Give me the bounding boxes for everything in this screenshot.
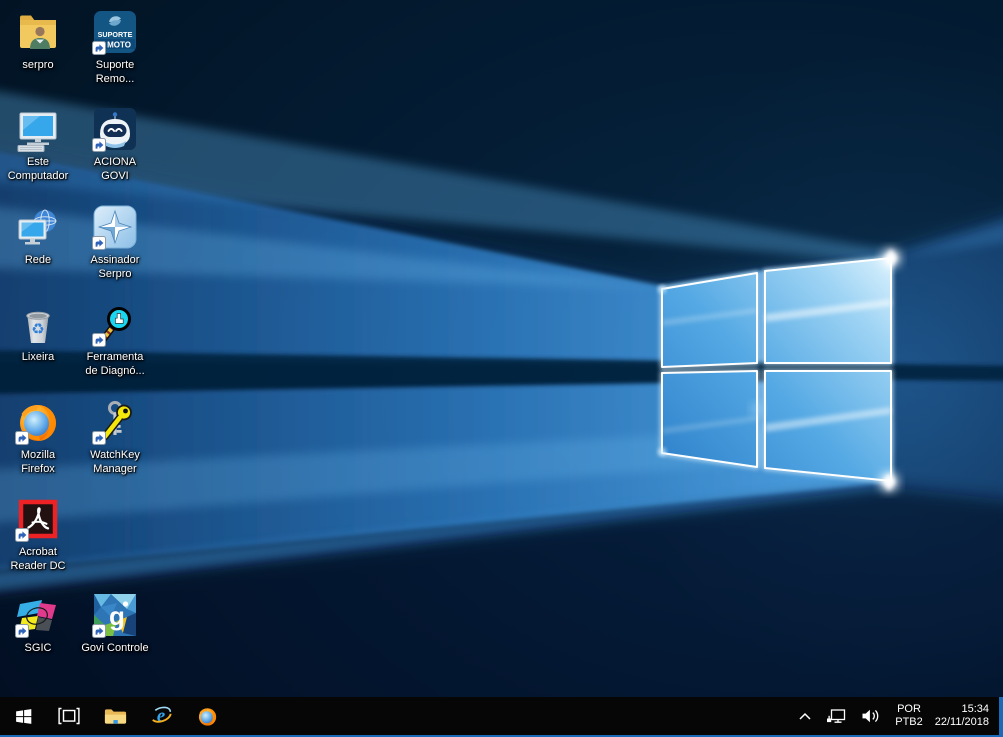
taskbar-file-explorer-button[interactable] [92,697,138,735]
icon-label-line: Ferramenta [86,351,144,363]
shortcut-arrow-icon [92,624,106,638]
taskbar-internet-explorer-button[interactable]: e [138,697,184,735]
icon-label: WatchKey Manager [68,448,162,476]
desktop-icon-serpro[interactable]: serpro [0,8,76,102]
network-icon [18,209,57,245]
desktop-icon-acrobat-reader[interactable]: Acrobat Reader DC [0,495,76,589]
network-status-icon [827,708,846,723]
icon-label-line: WatchKey [90,449,140,461]
desktop-icon-assinador-serpro[interactable]: Assinador Serpro [77,203,153,297]
task-view-button[interactable] [46,697,92,735]
firefox-icon [198,707,216,726]
icon-label-line: ACIONA [93,156,137,168]
icon-label-line: Remo... [95,73,135,85]
govi-letter: g [109,601,125,631]
system-tray: POR PTB2 15:34 22/11/2018 [791,697,1003,735]
icon-label-line: Suporte [95,59,135,71]
language-code: POR [897,703,921,715]
desktop-icon-aciona-govi[interactable]: ACIONA GOVI [77,105,153,199]
desktop-icon-ferramenta-diagnostico[interactable]: Ferramenta de Diagnó... [77,300,153,394]
keyboard-layout-code: PTB2 [895,716,923,728]
icon-label-line: de Diagnó... [85,365,145,377]
icon-label: Ferramenta de Diagnó... [68,350,162,378]
shortcut-arrow-icon [92,41,106,55]
tray-chevron-button[interactable] [791,697,819,735]
start-button[interactable] [0,697,46,735]
shortcut-arrow-icon [15,528,29,542]
windows-logo-icon [15,708,31,724]
icon-label: Govi Controle [68,641,162,655]
shortcut-arrow-icon [15,624,29,638]
clock-date: 22/11/2018 [934,716,989,728]
desktop-icon-lixeira[interactable]: ♻ Lixeira [0,300,76,394]
task-view-icon [58,707,80,725]
suporte-icon-text: MOTO [107,41,131,50]
icon-label-line: GOVI [101,170,129,182]
icon-label-line: Assinador [90,254,140,266]
suporte-icon-text: SUPORTE [98,30,133,39]
clock-time: 15:34 [961,703,989,715]
show-desktop-button[interactable] [999,697,1003,735]
icon-label: Acrobat Reader DC [0,545,85,573]
icon-label-line: Reader DC [10,560,66,572]
chevron-up-icon [799,712,811,720]
shortcut-arrow-icon [15,431,29,445]
icon-label-line: Govi Controle [81,642,149,654]
internet-explorer-icon: e [152,706,172,727]
recycle-symbol: ♻ [31,320,44,338]
this-pc-icon [17,112,57,152]
icon-label-line: Acrobat [19,546,57,558]
recycle-bin-icon: ♻ [26,311,50,343]
desktop-icon-govi-controle[interactable]: g Govi Controle [77,591,153,685]
desktop-icon-suporte-remoto[interactable]: SUPORTE MOTO Suporte Remo... [77,8,153,102]
taskbar-firefox-button[interactable] [184,697,230,735]
shortcut-arrow-icon [92,333,106,347]
tray-network-button[interactable] [819,697,854,735]
icon-label-line: Serpro [98,268,132,280]
icon-label: ACIONA GOVI [68,155,162,183]
tray-language-indicator[interactable]: POR PTB2 [887,697,931,735]
tray-volume-button[interactable] [854,697,887,735]
desktop-icon-watchkey-manager[interactable]: WatchKey Manager [77,398,153,492]
icon-label: Suporte Remo... [68,58,162,86]
taskbar: e POR PTB2 15:34 22/11/2018 [0,697,1003,737]
shortcut-arrow-icon [92,236,106,250]
speaker-icon [862,709,879,723]
desktop: serpro SUPORTE MOTO Suporte Remo... Este… [0,0,1003,737]
desktop-icon-rede[interactable]: Rede [0,203,76,297]
file-explorer-icon [104,708,126,724]
desktop-icon-sgic[interactable]: SGIC [0,591,76,685]
user-folder-icon [20,15,56,49]
shortcut-arrow-icon [92,138,106,152]
icon-label-line: Manager [93,463,137,475]
tray-clock[interactable]: 15:34 22/11/2018 [931,697,999,735]
desktop-icon-este-computador[interactable]: Este Computador [0,105,76,199]
icon-label: Assinador Serpro [68,253,162,281]
shortcut-arrow-icon [92,431,106,445]
desktop-icon-mozilla-firefox[interactable]: Mozilla Firefox [0,398,76,492]
